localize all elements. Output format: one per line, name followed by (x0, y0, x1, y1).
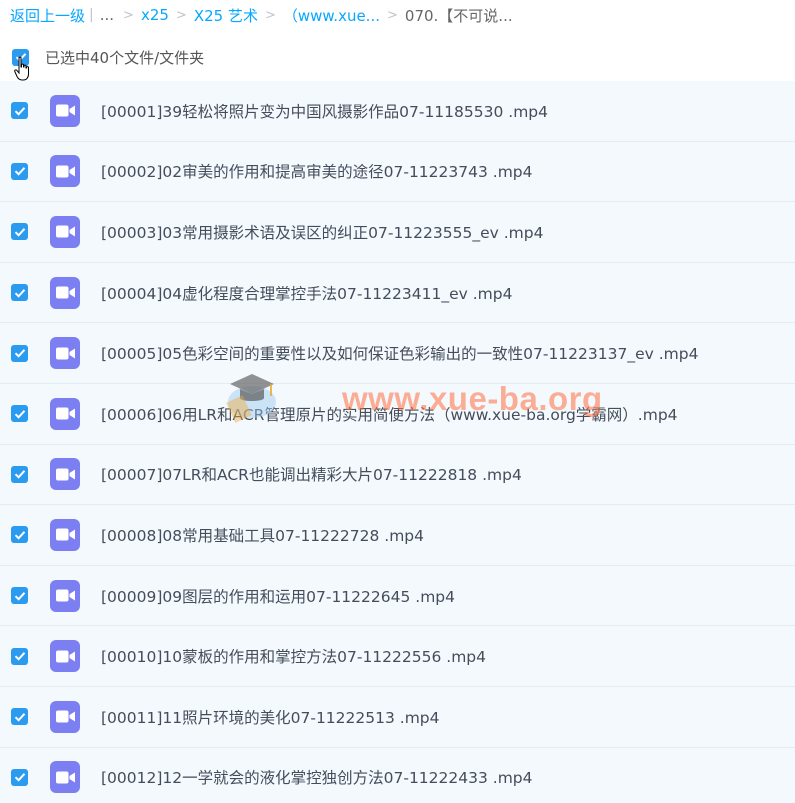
video-file-icon (50, 700, 80, 733)
selection-count-label: 已选中40个文件/文件夹 (45, 48, 205, 67)
video-file-icon (50, 397, 80, 430)
file-row[interactable]: [00005]05色彩空间的重要性以及如何保证色彩输出的一致性07-112231… (0, 323, 795, 384)
file-row[interactable]: [00006]06用LR和ACR管理原片的实用简便方法（www.xue-ba.o… (0, 383, 795, 445)
file-row[interactable]: [00003]03常用摄影术语及误区的纠正07-11223555_ev .mp4 (0, 202, 795, 263)
video-file-icon (50, 458, 80, 491)
check-icon (14, 106, 25, 116)
file-name[interactable]: [00009]09图层的作用和运用07-11222645 .mp4 (101, 585, 455, 607)
video-file-icon (50, 215, 80, 248)
file-checkbox[interactable] (11, 102, 28, 120)
file-name[interactable]: [00010]10蒙板的作用和掌控方法07-11222556 .mp4 (101, 645, 486, 667)
check-icon (14, 531, 25, 540)
breadcrumb-item-x25[interactable]: x25 (141, 6, 169, 24)
file-name[interactable]: [00005]05色彩空间的重要性以及如何保证色彩输出的一致性07-112231… (101, 342, 698, 364)
breadcrumb-divider: | (89, 7, 94, 23)
select-all-bar: 已选中40个文件/文件夹 (12, 47, 204, 67)
breadcrumb-ellipsis[interactable]: ... (100, 6, 114, 24)
file-name[interactable]: [00011]11照片环境的美化07-11222513 .mp4 (101, 706, 440, 728)
video-file-icon (50, 579, 80, 612)
file-checkbox[interactable] (11, 587, 28, 605)
video-camera-icon (55, 104, 75, 117)
video-file-icon (50, 155, 80, 188)
file-checkbox[interactable] (11, 708, 28, 726)
file-browser: 返回上一级 | ... > x25 > X25 艺术 > （www.xue...… (0, 0, 795, 803)
file-row[interactable]: [00011]11照片环境的美化07-11222513 .mp4 (0, 686, 795, 748)
file-row[interactable]: [00001]39轻松将照片变为中国风摄影作品07-11185530 .mp4 (0, 81, 795, 142)
check-icon (14, 167, 25, 177)
video-camera-icon (55, 710, 75, 723)
check-icon (14, 228, 25, 237)
check-icon (14, 712, 25, 722)
file-checkbox[interactable] (11, 405, 28, 423)
video-file-icon (50, 518, 80, 551)
file-name[interactable]: [00003]03常用摄影术语及误区的纠正07-11223555_ev .mp4 (101, 221, 543, 243)
video-camera-icon (55, 589, 75, 602)
file-name[interactable]: [00012]12一学就会的液化掌控独创方法07-11222433 .mp4 (101, 766, 533, 788)
file-name[interactable]: [00007]07LR和ACR也能调出精彩大片07-11222818 .mp4 (101, 463, 522, 485)
breadcrumb-item-site[interactable]: （www.xue... (283, 5, 380, 26)
breadcrumb-separator: > (123, 7, 134, 23)
file-checkbox[interactable] (11, 162, 28, 180)
video-camera-icon (55, 225, 75, 238)
file-name[interactable]: [00004]04虚化程度合理掌控手法07-11223411_ev .mp4 (101, 282, 512, 304)
file-row[interactable]: [00010]10蒙板的作用和掌控方法07-11222556 .mp4 (0, 626, 795, 687)
check-icon (14, 652, 25, 661)
check-icon (14, 591, 25, 601)
file-list: [00001]39轻松将照片变为中国风摄影作品07-11185530 .mp4 [… (0, 81, 795, 803)
video-file-icon (50, 640, 80, 673)
check-icon (14, 773, 25, 782)
file-checkbox[interactable] (11, 284, 28, 302)
video-camera-icon (55, 286, 75, 299)
breadcrumb-separator: > (175, 7, 187, 23)
file-row[interactable]: [00004]04虚化程度合理掌控手法07-11223411_ev .mp4 (0, 262, 795, 324)
file-row[interactable]: [00008]08常用基础工具07-11222728 .mp4 (0, 505, 795, 566)
file-checkbox[interactable] (11, 647, 28, 665)
video-camera-icon (55, 771, 75, 784)
file-checkbox[interactable] (11, 465, 28, 483)
video-camera-icon (55, 528, 75, 541)
video-file-icon (50, 337, 80, 370)
breadcrumb-item-art[interactable]: X25 艺术 (194, 5, 258, 26)
file-name[interactable]: [00001]39轻松将照片变为中国风摄影作品07-11185530 .mp4 (101, 100, 548, 122)
breadcrumb-separator: > (264, 7, 276, 23)
file-checkbox[interactable] (11, 768, 28, 786)
video-file-icon (50, 276, 80, 309)
file-name[interactable]: [00002]02审美的作用和提高审美的途径07-11223743 .mp4 (101, 160, 533, 182)
video-file-icon (50, 94, 80, 127)
check-icon (14, 470, 25, 479)
file-row[interactable]: [00012]12一学就会的液化掌控独创方法07-11222433 .mp4 (0, 747, 795, 803)
back-link[interactable]: 返回上一级 (10, 5, 85, 26)
breadcrumb-separator: > (387, 7, 398, 23)
check-icon (14, 409, 25, 419)
file-checkbox[interactable] (11, 223, 28, 241)
file-row[interactable]: [00009]09图层的作用和运用07-11222645 .mp4 (0, 565, 795, 627)
file-checkbox[interactable] (11, 526, 28, 544)
file-name[interactable]: [00008]08常用基础工具07-11222728 .mp4 (101, 524, 424, 546)
video-camera-icon (55, 347, 75, 360)
file-name[interactable]: [00006]06用LR和ACR管理原片的实用简便方法（www.xue-ba.o… (101, 403, 678, 425)
video-camera-icon (55, 407, 75, 420)
check-icon (14, 288, 25, 298)
file-row[interactable]: [00007]07LR和ACR也能调出精彩大片07-11222818 .mp4 (0, 444, 795, 506)
breadcrumb-current: 070.【不可说... (404, 6, 513, 25)
video-camera-icon (55, 468, 75, 481)
file-checkbox[interactable] (11, 344, 28, 362)
check-icon (14, 349, 25, 358)
video-camera-icon (55, 165, 75, 178)
breadcrumb: 返回上一级 | ... > x25 > X25 艺术 > （www.xue...… (10, 4, 513, 26)
file-row[interactable]: [00002]02审美的作用和提高审美的途径07-11223743 .mp4 (0, 141, 795, 203)
hand-pointer-icon (14, 56, 29, 81)
video-camera-icon (55, 650, 75, 663)
video-file-icon (50, 761, 80, 794)
